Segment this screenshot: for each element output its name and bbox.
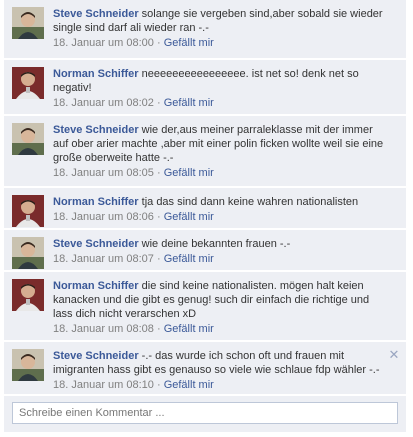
close-icon[interactable]: ✕	[388, 348, 400, 361]
meta-separator: ·	[156, 323, 161, 335]
user-photo-icon	[12, 237, 44, 269]
comment-meta: 18. Januar um 08:06 · Gefällt mir	[53, 210, 384, 224]
meta-separator: ·	[156, 37, 161, 49]
comment-thread: Steve Schneider solange sie vergeben sin…	[4, 0, 406, 437]
like-link[interactable]: Gefällt mir	[164, 323, 214, 335]
comment-meta: 18. Januar um 08:07 · Gefällt mir	[53, 252, 384, 266]
comment-item: Steve Schneider solange sie vergeben sin…	[4, 0, 406, 58]
avatar[interactable]	[12, 123, 44, 155]
comment-timestamp[interactable]: 18. Januar um 08:00	[53, 37, 154, 49]
like-link[interactable]: Gefällt mir	[164, 211, 214, 223]
comment-timestamp[interactable]: 18. Januar um 08:06	[53, 211, 154, 223]
avatar[interactable]	[12, 237, 44, 269]
comment-author-link[interactable]: Steve Schneider	[53, 8, 139, 20]
comment-author-link[interactable]: Steve Schneider	[53, 124, 139, 136]
comment-timestamp[interactable]: 18. Januar um 08:10	[53, 379, 154, 391]
comment-item: Norman Schiffer tja das sind dann keine …	[4, 188, 406, 228]
avatar[interactable]	[12, 67, 44, 99]
meta-separator: ·	[156, 379, 161, 391]
avatar[interactable]	[12, 195, 44, 227]
comment-author-link[interactable]: Steve Schneider	[53, 238, 139, 250]
comment-meta: 18. Januar um 08:05 · Gefällt mir	[53, 166, 384, 180]
avatar[interactable]	[12, 7, 44, 39]
comment-meta: 18. Januar um 08:02 · Gefällt mir	[53, 96, 384, 110]
comment-body: Steve Schneider wie der,aus meiner parra…	[53, 123, 384, 180]
meta-separator: ·	[156, 97, 161, 109]
comment-author-link[interactable]: Norman Schiffer	[53, 280, 139, 292]
comment-body: Norman Schiffer tja das sind dann keine …	[53, 195, 384, 224]
comment-meta: 18. Januar um 08:00 · Gefällt mir	[53, 36, 384, 50]
comment-input[interactable]: Schreibe einen Kommentar ...	[12, 402, 398, 424]
comment-body: Steve Schneider wie deine bekannten frau…	[53, 237, 384, 266]
comment-timestamp[interactable]: 18. Januar um 08:05	[53, 167, 154, 179]
comment-author-link[interactable]: Steve Schneider	[53, 350, 139, 362]
meta-separator: ·	[156, 253, 161, 265]
comment-author-link[interactable]: Norman Schiffer	[53, 68, 139, 80]
comment-body: Steve Schneider -.- das wurde ich schon …	[53, 349, 384, 392]
meta-separator: ·	[156, 167, 161, 179]
comment-timestamp[interactable]: 18. Januar um 08:07	[53, 253, 154, 265]
comment-text: wie deine bekannten frauen -.-	[141, 238, 291, 250]
comment-meta: 18. Januar um 08:10 · Gefällt mir	[53, 378, 384, 392]
avatar[interactable]	[12, 349, 44, 381]
user-photo-icon	[12, 195, 44, 227]
user-photo-icon	[12, 7, 44, 39]
comment-meta: 18. Januar um 08:08 · Gefällt mir	[53, 322, 384, 336]
like-link[interactable]: Gefällt mir	[164, 37, 214, 49]
like-link[interactable]: Gefällt mir	[164, 167, 214, 179]
comment-composer: Schreibe einen Kommentar ...	[4, 396, 406, 432]
comment-body: Norman Schiffer die sind keine nationali…	[53, 279, 384, 336]
comment-item: Steve Schneider wie deine bekannten frau…	[4, 230, 406, 270]
meta-separator: ·	[156, 211, 161, 223]
comment-author-link[interactable]: Norman Schiffer	[53, 196, 139, 208]
comment-timestamp[interactable]: 18. Januar um 08:08	[53, 323, 154, 335]
like-link[interactable]: Gefällt mir	[164, 97, 214, 109]
comment-body: Steve Schneider solange sie vergeben sin…	[53, 7, 384, 50]
user-photo-icon	[12, 123, 44, 155]
comment-item: Steve Schneider -.- das wurde ich schon …	[4, 342, 406, 394]
comment-item: Norman Schiffer die sind keine nationali…	[4, 272, 406, 340]
user-photo-icon	[12, 67, 44, 99]
comment-body: Norman Schiffer neeeeeeeeeeeeeeee. ist n…	[53, 67, 384, 110]
comment-item: Norman Schiffer neeeeeeeeeeeeeeee. ist n…	[4, 60, 406, 114]
comment-text: tja das sind dann keine wahren nationali…	[141, 196, 359, 208]
like-link[interactable]: Gefällt mir	[164, 379, 214, 391]
comment-item: Steve Schneider wie der,aus meiner parra…	[4, 116, 406, 186]
user-photo-icon	[12, 279, 44, 311]
comment-timestamp[interactable]: 18. Januar um 08:02	[53, 97, 154, 109]
user-photo-icon	[12, 349, 44, 381]
avatar[interactable]	[12, 279, 44, 311]
like-link[interactable]: Gefällt mir	[164, 253, 214, 265]
